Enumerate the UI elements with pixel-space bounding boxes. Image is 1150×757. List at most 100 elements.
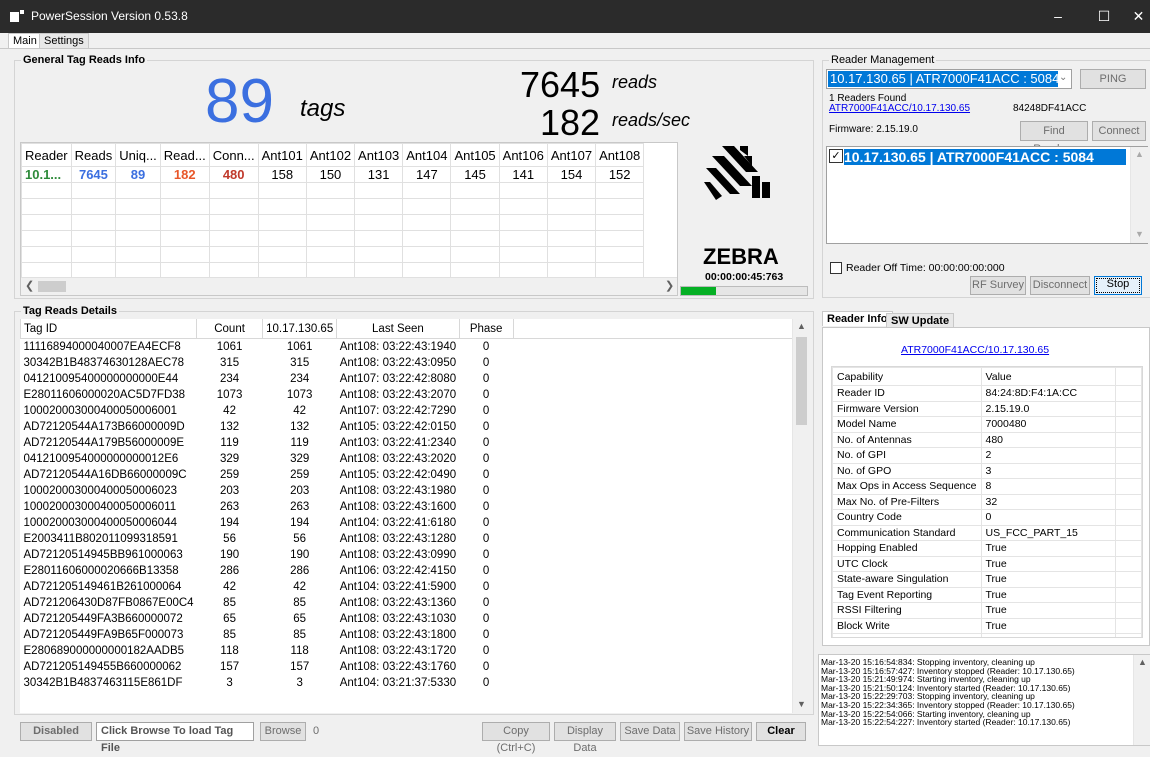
minimize-icon[interactable]: – <box>1035 0 1081 33</box>
reader-list-item[interactable]: 10.17.130.65 | ATR7000F41ACC : 5084 <box>844 149 1126 165</box>
capability-row[interactable]: Hopping Enabled True <box>832 540 1142 557</box>
table-row[interactable]: E2003411B802011099318591 56 56 Ant108: 03:2… <box>21 531 798 547</box>
summary-ant108[interactable]: 152 <box>595 166 645 183</box>
capability-row[interactable]: Max No. of Pre-Filters 32 <box>832 493 1142 510</box>
summary-scroll-thumb[interactable] <box>38 281 66 292</box>
col-capability[interactable]: Capability <box>832 367 982 386</box>
capability-row[interactable]: Communication Standard US_FCC_PART_15 <box>832 524 1142 541</box>
close-icon[interactable]: ✕ <box>1127 0 1150 33</box>
col-count[interactable]: Count <box>196 319 264 339</box>
capability-row[interactable]: Firmware Version 2.15.19.0 <box>832 400 1142 417</box>
capability-row[interactable]: State-aware Singulation True <box>832 571 1142 588</box>
chevron-down-icon[interactable]: ⌄ <box>1059 72 1067 83</box>
capability-row[interactable]: UTC Clock True <box>832 555 1142 572</box>
summary-ant101[interactable]: 158 <box>257 166 307 183</box>
table-row[interactable]: E280689000000000182AADB5 118 118 Ant108: 03… <box>21 643 798 659</box>
display-data-button[interactable]: Display Data <box>554 722 616 754</box>
col-ant104[interactable]: Ant104 <box>402 143 452 167</box>
reader-scroll-down-icon[interactable]: ▼ <box>1135 229 1144 239</box>
table-row[interactable]: AD72120544A179B56000009E 119 119 Ant103: 03… <box>21 435 798 451</box>
table-row[interactable]: 11116894000040007EA4ECF8 1061 1061 Ant108: … <box>21 339 798 356</box>
col-ant103[interactable]: Ant103 <box>354 143 404 167</box>
col-ant108[interactable]: Ant108 <box>595 143 645 167</box>
save-history-button[interactable]: Save History <box>684 722 752 741</box>
reader-scroll-up-icon[interactable]: ▲ <box>1135 149 1144 159</box>
find-readers-button[interactable]: Find Readers <box>1020 121 1088 155</box>
col-ant102[interactable]: Ant102 <box>305 143 356 167</box>
col-value[interactable]: Value <box>980 367 1116 386</box>
capability-row[interactable]: Model Name 7000480 <box>832 416 1142 433</box>
reader-checkbox[interactable]: ✓ <box>829 149 843 163</box>
table-row[interactable]: 100020003000400050006011 263 263 Ant108: 03… <box>21 499 798 515</box>
col-tag-id[interactable]: Tag ID <box>20 319 198 339</box>
col-phase[interactable]: Phase <box>458 319 514 339</box>
summary-ant105[interactable]: 145 <box>450 166 500 183</box>
col-last-seen[interactable]: Last Seen <box>336 319 460 339</box>
ping-button[interactable]: PING <box>1080 69 1146 89</box>
table-row[interactable]: E28011606000020AC5D7FD38 1073 1073 Ant108: … <box>21 387 798 403</box>
scroll-down-icon[interactable]: ▼ <box>797 699 806 709</box>
tab-main[interactable]: Main <box>8 33 42 49</box>
clear-button[interactable]: Clear <box>756 722 806 741</box>
summary-reads[interactable]: 7645 <box>70 166 117 183</box>
col-ant105[interactable]: Ant105 <box>450 143 500 167</box>
col-ant106[interactable]: Ant106 <box>498 143 548 167</box>
table-row[interactable]: AD721205149455B660000062 157 157 Ant108: 03… <box>21 659 798 675</box>
save-data-button[interactable]: Save Data <box>620 722 680 741</box>
disabled-button[interactable]: Disabled <box>20 722 92 741</box>
reader-select[interactable]: 10.17.130.65 | ATR7000F41ACC : 5084 ⌄ <box>826 69 1072 89</box>
table-row[interactable]: AD72120514945BB961000063 190 190 Ant108: 03… <box>21 547 798 563</box>
col-reader[interactable]: Reader <box>21 143 72 167</box>
reader-link[interactable]: ATR7000F41ACC/10.17.130.65 <box>829 103 970 114</box>
table-row[interactable]: 0412100954000000000012E6 329 329 Ant108: 03… <box>21 451 798 467</box>
summary-ant106[interactable]: 141 <box>498 166 548 183</box>
table-row[interactable]: 100020003000400050006001 42 42 Ant107: 03:2… <box>21 403 798 419</box>
table-row[interactable]: 100020003000400050006044 194 194 Ant104: 03… <box>21 515 798 531</box>
col-read-rate[interactable]: Read... <box>159 143 210 167</box>
col-ant101[interactable]: Ant101 <box>257 143 307 167</box>
summary-connected[interactable]: 480 <box>208 166 259 183</box>
scroll-up-icon[interactable]: ▲ <box>797 321 806 331</box>
summary-reader[interactable]: 10.1... <box>21 166 72 183</box>
capability-row[interactable]: Max Ops in Access Sequence 8 <box>832 478 1142 495</box>
table-row[interactable]: 30342B1B4837463115E861DF 3 3 Ant104: 03:21:… <box>21 675 798 691</box>
summary-hscrollbar[interactable]: ❮ ❯ <box>21 277 677 295</box>
col-reader-count[interactable]: 10.17.130.65 <box>262 319 338 339</box>
reader-off-time-checkbox[interactable] <box>830 262 842 274</box>
reader-list-scrollbar[interactable]: ▲ ▼ <box>1130 147 1148 243</box>
capability-row[interactable]: Country Code 0 <box>832 509 1142 526</box>
table-row[interactable]: AD721206430D87FB0867E00C4 85 85 Ant108: 03:… <box>21 595 798 611</box>
reader-info-link[interactable]: ATR7000F41ACC/10.17.130.65 <box>901 344 1049 356</box>
capability-row[interactable]: No. of GPI 2 <box>832 447 1142 464</box>
col-ant107[interactable]: Ant107 <box>546 143 597 167</box>
tag-file-input[interactable]: Click Browse To load Tag File <box>96 722 254 754</box>
table-row[interactable]: AD721205449FA3B660000072 65 65 Ant108: 03:2… <box>21 611 798 627</box>
summary-ant107[interactable]: 154 <box>546 166 597 183</box>
summary-unique[interactable]: 89 <box>115 166 161 183</box>
tab-settings[interactable]: Settings <box>39 33 89 49</box>
capability-row[interactable]: No. of Antennas 480 <box>832 431 1142 448</box>
browse-button[interactable]: Browse <box>260 722 306 741</box>
details-vscrollbar[interactable]: ▲ ▼ <box>792 319 809 713</box>
table-row[interactable]: 30342B1B48374630128AEC78 315 315 Ant108: 03… <box>21 355 798 371</box>
summary-ant102[interactable]: 150 <box>305 166 356 183</box>
scroll-right-icon[interactable]: ❯ <box>665 279 674 292</box>
table-row[interactable]: AD721205149461B261000064 42 42 Ant104: 03:2… <box>21 579 798 595</box>
log-scrollbar[interactable]: ▲ <box>1133 655 1150 745</box>
copy-button[interactable]: Copy (Ctrl+C) <box>482 722 550 754</box>
col-unique[interactable]: Uniq... <box>115 143 161 167</box>
rf-survey-button[interactable]: RF Survey <box>970 276 1026 295</box>
maximize-icon[interactable]: ☐ <box>1081 0 1127 33</box>
disconnect-button[interactable]: Disconnect <box>1030 276 1090 295</box>
table-row[interactable]: AD721205449FA9B65F000073 85 85 Ant108: 03:2… <box>21 627 798 643</box>
capability-row[interactable]: Block Write True <box>832 617 1142 634</box>
table-row[interactable]: AD72120544A16DB66000009C 259 259 Ant105: 03… <box>21 467 798 483</box>
details-scroll-thumb[interactable] <box>796 337 807 425</box>
table-row[interactable]: E28011606000020666B13358 286 286 Ant106: 03… <box>21 563 798 579</box>
col-reads[interactable]: Reads <box>70 143 117 167</box>
summary-ant104[interactable]: 147 <box>402 166 452 183</box>
capability-row[interactable]: RSSI Filtering True <box>832 602 1142 619</box>
table-row[interactable]: 100020003000400050006023 203 203 Ant108: 03… <box>21 483 798 499</box>
tab-reader-info[interactable]: Reader Info <box>822 311 893 326</box>
scroll-left-icon[interactable]: ❮ <box>25 279 34 292</box>
